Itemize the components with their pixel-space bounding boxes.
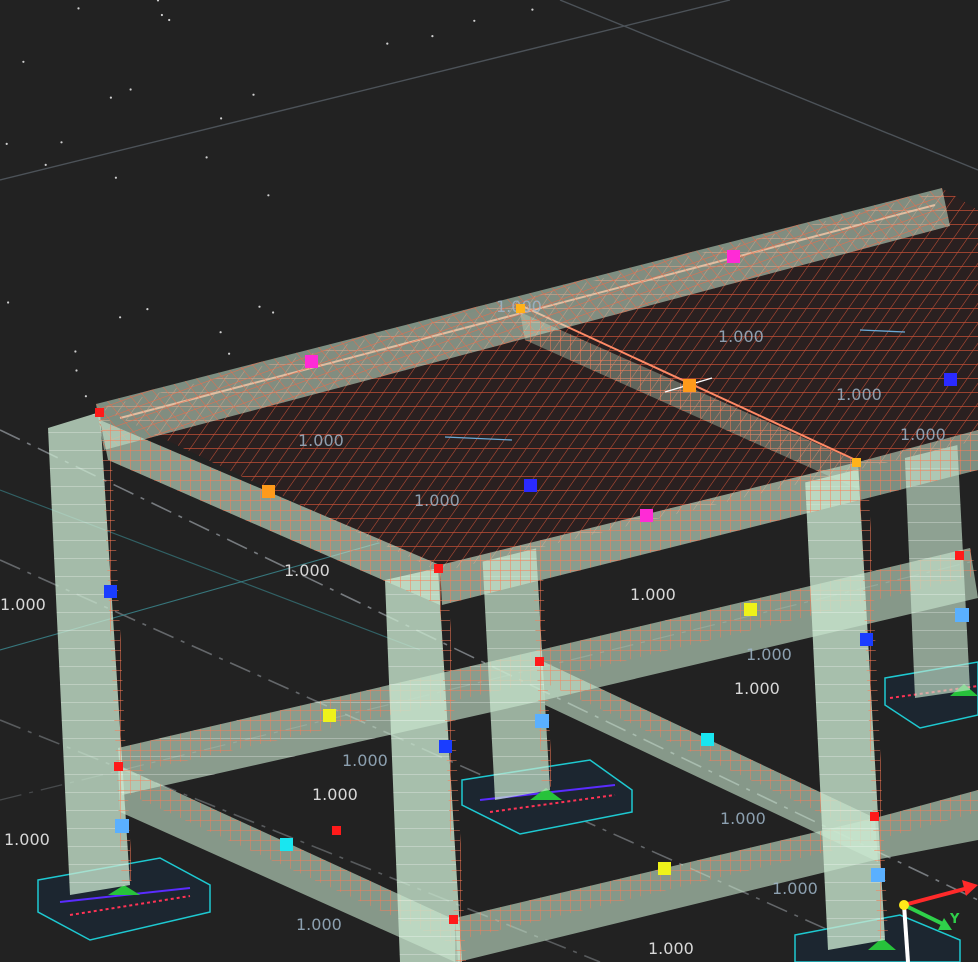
dim-label: 1.000 <box>900 425 946 444</box>
grid-dot <box>168 18 171 22</box>
grid-dot <box>228 352 231 355</box>
x-axis-arrow <box>903 886 969 907</box>
node-marker-red[interactable] <box>114 762 123 771</box>
grid-dot <box>74 350 77 353</box>
node-marker-red[interactable] <box>434 564 443 573</box>
grid-dot <box>75 369 78 372</box>
grid-dot <box>160 13 163 17</box>
node-marker-red[interactable] <box>535 657 544 666</box>
grid-dot <box>205 156 208 159</box>
grid-dot <box>84 395 87 398</box>
node-marker-orange[interactable] <box>262 485 275 498</box>
grid-dot <box>146 308 149 311</box>
structure-model[interactable]: 1.000 1.000 1.000 1.000 1.000 1.000 1.00… <box>0 0 978 962</box>
structural-3d-viewport[interactable]: 1.000 1.000 1.000 1.000 1.000 1.000 1.00… <box>0 0 978 962</box>
node-marker-light-blue[interactable] <box>535 714 549 728</box>
node-marker-blue[interactable] <box>524 479 537 492</box>
node-marker-yellow[interactable] <box>744 603 757 616</box>
node-marker-orange[interactable] <box>516 304 525 313</box>
node-marker-magenta[interactable] <box>305 355 318 368</box>
grid-dot <box>44 163 47 166</box>
grid-dot <box>109 96 112 99</box>
grid-dot <box>156 0 160 2</box>
dim-label: 1.000 <box>342 751 388 770</box>
dim-label: 1.000 <box>0 595 46 614</box>
dim-label: 1.000 <box>648 939 694 958</box>
node-marker-red[interactable] <box>95 408 104 417</box>
grid-dot <box>129 88 132 91</box>
y-axis-label: Y <box>949 912 960 927</box>
grid-dot <box>114 176 117 179</box>
dim-label: 1.000 <box>720 809 766 828</box>
dim-label: 1.000 <box>298 431 344 450</box>
axis-origin <box>899 900 909 910</box>
node-marker-magenta[interactable] <box>727 250 740 263</box>
grid-dot <box>77 7 80 10</box>
node-marker-cyan[interactable] <box>701 733 714 746</box>
node-marker-light-blue[interactable] <box>955 608 969 622</box>
grid-dot <box>386 42 389 45</box>
grid-dot <box>7 301 10 304</box>
node-marker-yellow[interactable] <box>658 862 671 875</box>
node-marker-light-blue[interactable] <box>871 868 885 882</box>
grid-dot <box>119 316 122 319</box>
dim-label: 1.000 <box>414 491 460 510</box>
dim-label: 1.000 <box>718 327 764 346</box>
dim-label: 1.000 <box>284 561 330 580</box>
node-marker-red[interactable] <box>449 915 458 924</box>
grid-dot <box>60 141 63 144</box>
node-marker-red[interactable] <box>332 826 341 835</box>
grid-dot <box>258 305 261 308</box>
dim-label: 1.000 <box>630 585 676 604</box>
node-marker-red[interactable] <box>955 551 964 560</box>
grid-dot <box>219 331 222 334</box>
node-marker-magenta[interactable] <box>640 509 653 522</box>
grid-dot <box>272 311 275 314</box>
grid-dot <box>531 8 534 11</box>
grid-dot <box>252 93 255 96</box>
grid-dot <box>267 194 270 197</box>
dim-label: 1.000 <box>4 830 50 849</box>
node-marker-yellow[interactable] <box>323 709 336 722</box>
node-marker-light-blue[interactable] <box>115 819 129 833</box>
node-marker-blue[interactable] <box>439 740 452 753</box>
dim-label: 1.000 <box>296 915 342 934</box>
node-marker-orange[interactable] <box>852 458 861 467</box>
dim-label: 1.000 <box>746 645 792 664</box>
grid-dot <box>5 142 8 145</box>
grid-dot <box>22 60 25 63</box>
node-marker-cyan[interactable] <box>280 838 293 851</box>
node-marker-blue[interactable] <box>104 585 117 598</box>
grid-dot <box>431 35 434 38</box>
dim-label: 1.000 <box>312 785 358 804</box>
dim-label: 1.000 <box>734 679 780 698</box>
node-marker-blue[interactable] <box>860 633 873 646</box>
grid-dot <box>473 19 476 22</box>
node-marker-orange[interactable] <box>683 379 696 392</box>
node-marker-red[interactable] <box>870 812 879 821</box>
node-marker-blue[interactable] <box>944 373 957 386</box>
dim-label: 1.000 <box>772 879 818 898</box>
grid-dot <box>220 117 223 120</box>
dim-label: 1.000 <box>836 385 882 404</box>
